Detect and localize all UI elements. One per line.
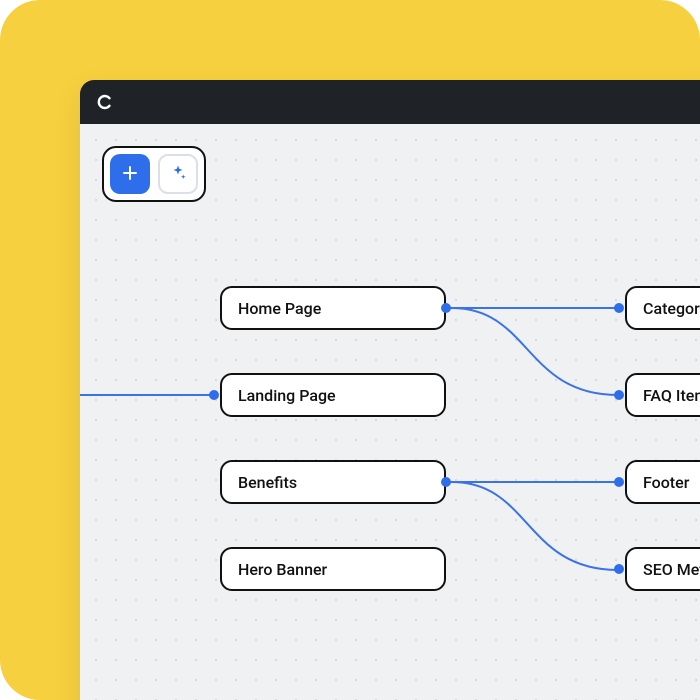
- plus-icon: [121, 164, 139, 185]
- node-footer[interactable]: Footer: [625, 460, 700, 504]
- node-label: FAQ Item: [643, 386, 700, 405]
- port-in[interactable]: [614, 303, 624, 313]
- node-seo-meta[interactable]: SEO Meta: [625, 547, 700, 591]
- node-label: Landing Page: [238, 386, 336, 405]
- add-node-button[interactable]: [110, 154, 150, 194]
- canvas-toolbar: [102, 146, 206, 202]
- node-label: Benefits: [238, 473, 297, 492]
- node-landing-page[interactable]: Landing Page: [220, 373, 446, 417]
- window-titlebar: [80, 80, 700, 124]
- node-label: Hero Banner: [238, 560, 327, 579]
- port-out[interactable]: [441, 303, 451, 313]
- port-in[interactable]: [614, 390, 624, 400]
- port-out[interactable]: [441, 477, 451, 487]
- port-in[interactable]: [209, 390, 219, 400]
- node-faq-item[interactable]: FAQ Item: [625, 373, 700, 417]
- app-window: Home Page Landing Page Benefits Hero Ban…: [80, 80, 700, 700]
- node-category[interactable]: Category P: [625, 286, 700, 330]
- page-background: Home Page Landing Page Benefits Hero Ban…: [0, 0, 700, 700]
- node-label: Footer: [643, 473, 689, 492]
- node-hero-banner[interactable]: Hero Banner: [220, 547, 446, 591]
- node-home-page[interactable]: Home Page: [220, 286, 446, 330]
- port-in[interactable]: [614, 564, 624, 574]
- diagram-canvas[interactable]: Home Page Landing Page Benefits Hero Ban…: [80, 124, 700, 700]
- node-label: SEO Meta: [643, 560, 700, 579]
- sparkle-icon: [169, 164, 187, 185]
- port-in[interactable]: [614, 477, 624, 487]
- app-logo-icon: [96, 93, 114, 111]
- node-label: Category P: [643, 299, 700, 318]
- node-benefits[interactable]: Benefits: [220, 460, 446, 504]
- node-label: Home Page: [238, 299, 321, 318]
- ai-suggest-button[interactable]: [158, 154, 198, 194]
